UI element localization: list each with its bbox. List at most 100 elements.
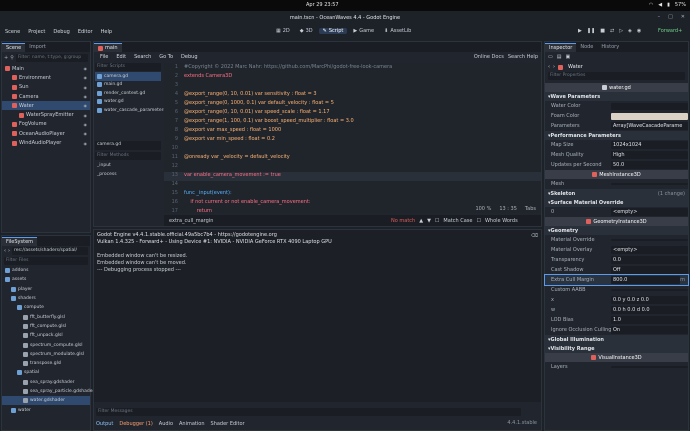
search-help-link[interactable]: Search Help — [508, 54, 538, 60]
fs-item[interactable]: sea_spray_particle.gdshader — [2, 387, 94, 396]
new-resource-icon[interactable]: ▭ — [548, 54, 553, 60]
code-line[interactable]: 4 @export_range(0, 10, 0.01) var sensitiv… — [164, 91, 541, 100]
scene-node-camera[interactable]: Camera ◉ — [2, 92, 90, 101]
property-map-size[interactable]: Map Size 1024x1024 — [545, 140, 688, 150]
code-line[interactable]: 6 @export_range(0, 10, 0.01) var speed_sc… — [164, 109, 541, 118]
code-line[interactable]: 7 @export_range(1, 100, 0.1) var boost_sp… — [164, 118, 541, 127]
filter-files-input[interactable]: Filter Files — [4, 257, 88, 265]
stop-icon[interactable]: ■ — [600, 28, 605, 34]
property-value[interactable] — [611, 112, 688, 120]
property-water-color[interactable]: Water Color — [545, 101, 688, 111]
property-lod-bias[interactable]: LOD Bias 1.0 — [545, 315, 688, 325]
code-line[interactable]: 13 var enable_camera_movement := true — [164, 172, 541, 181]
history-forward-icon[interactable]: › — [553, 64, 555, 70]
visibility-icon[interactable]: ◉ — [84, 66, 88, 71]
property-layers[interactable]: Layers — [545, 362, 688, 372]
fs-item[interactable]: fft_compute.glsl — [2, 322, 90, 331]
scene-filter-input[interactable]: Filter: name, t:type, g:group — [15, 53, 88, 62]
maximize-icon[interactable]: □ — [668, 14, 673, 20]
visibility-icon[interactable]: ◉ — [84, 122, 88, 127]
bottom-tab-animation[interactable]: Animation — [179, 421, 205, 427]
fs-item[interactable]: water.gdshader — [2, 396, 90, 406]
pause-icon[interactable]: ❚❚ — [587, 28, 595, 34]
property-value[interactable]: 1.0 — [611, 316, 688, 324]
tab-inspector[interactable]: Inspector — [545, 43, 577, 52]
minimize-icon[interactable]: – — [658, 14, 661, 20]
property-ignore-occlusion-culling[interactable]: Ignore Occlusion Culling On — [545, 325, 688, 335]
scene-node-water[interactable]: Water ◉ — [2, 101, 90, 111]
movie-icon[interactable]: ◉ — [637, 28, 641, 34]
scene-node-main[interactable]: Main ◉ — [2, 64, 90, 73]
menu-help[interactable]: Help — [97, 29, 116, 35]
script-list-item[interactable]: main.gd — [95, 81, 161, 90]
workspace-script[interactable]: ✎ Script — [318, 28, 348, 34]
script-menu-debug[interactable]: Debug — [177, 54, 201, 60]
find-input[interactable]: extra_cull_margin — [167, 216, 387, 225]
property-value[interactable]: Array[WaveCascadeParame — [611, 122, 688, 130]
fs-item[interactable]: fft_unpack.glsl — [2, 331, 90, 340]
save-icon[interactable]: ▣ — [565, 54, 570, 60]
tab-node[interactable]: Node — [576, 43, 597, 52]
play-scene-icon[interactable]: ▷ — [619, 28, 623, 34]
property-value[interactable] — [611, 289, 688, 291]
visibility-icon[interactable]: ◉ — [84, 113, 88, 118]
script-menu-search[interactable]: Search — [130, 54, 155, 60]
property-transparency[interactable]: Transparency 0.0 — [545, 255, 688, 265]
tab-import[interactable]: Import — [25, 43, 50, 52]
workspace-2d[interactable]: ▦ 2D — [272, 28, 294, 34]
property-value[interactable]: 1024x1024 — [611, 141, 688, 149]
property-custom-aabb[interactable]: Custom AABB — [545, 285, 688, 295]
fs-item[interactable]: fft_butterfly.glsl — [2, 312, 90, 321]
tab-filesystem[interactable]: FileSystem — [2, 237, 38, 246]
property-value[interactable] — [611, 366, 688, 368]
property-value[interactable]: 50.0 — [611, 161, 688, 169]
remote-icon[interactable]: ⇄ — [610, 28, 614, 34]
forward-icon[interactable]: › — [8, 248, 10, 254]
fs-item[interactable]: spectrum_compute.glsl — [2, 340, 90, 349]
section-skeleton[interactable]: ▾ Skeleton (1 change) — [545, 189, 688, 198]
visibility-icon[interactable]: ◉ — [84, 75, 88, 80]
section-surface-material-override[interactable]: ▾ Surface Material Override — [545, 198, 688, 207]
script-list-item[interactable]: render_context.gd — [95, 89, 161, 98]
add-node-icon[interactable]: + — [4, 55, 8, 61]
property-mesh[interactable]: Mesh — [545, 179, 688, 189]
tab-scene[interactable]: Scene — [2, 43, 26, 52]
code-line[interactable]: 12 — [164, 163, 541, 172]
find-next-icon[interactable]: ▼ — [427, 218, 431, 224]
method-list-item[interactable]: _process — [95, 172, 161, 181]
script-menu-file[interactable]: File — [96, 54, 112, 60]
filter-messages-input[interactable]: Filter Messages — [96, 408, 521, 416]
code-line[interactable]: 15 func _input(event): — [164, 190, 541, 199]
property-x[interactable]: x 0.0 y 0.0 z 0.0 — [545, 295, 688, 305]
fs-item[interactable]: transpose.glsl — [2, 359, 90, 368]
property-value[interactable]: 0.0 — [611, 256, 688, 264]
tab-history[interactable]: History — [597, 43, 623, 52]
visibility-icon[interactable]: ◉ — [84, 131, 88, 136]
code-line[interactable]: 11 @onready var _velocity = default_veloc… — [164, 154, 541, 163]
filter-methods-input[interactable]: Filter Methods — [95, 151, 161, 160]
property-value[interactable]: On — [611, 326, 688, 334]
play-icon[interactable]: ▶ — [578, 28, 582, 34]
property-parameters[interactable]: Parameters Array[WaveCascadeParame — [545, 121, 688, 131]
fs-item[interactable]: assets — [2, 275, 90, 284]
property-value[interactable]: High — [611, 151, 688, 159]
code-line[interactable]: 2 extends Camera3D — [164, 73, 541, 82]
find-prev-icon[interactable]: ▲ — [419, 218, 423, 224]
fs-item[interactable]: shaders — [2, 294, 90, 303]
play-custom-icon[interactable]: ◈ — [628, 28, 632, 34]
property-value[interactable]: <empty> — [611, 246, 688, 254]
history-back-icon[interactable]: ‹ — [548, 64, 550, 70]
property-value[interactable]: 0.0 h 0.0 d 0.0 — [611, 306, 688, 314]
visibility-icon[interactable]: ◉ — [84, 85, 88, 90]
menu-scene[interactable]: Scene — [1, 29, 24, 35]
property-value[interactable] — [611, 183, 688, 185]
bottom-tab-output[interactable]: Output — [96, 421, 113, 427]
code-line[interactable]: 10 — [164, 145, 541, 154]
property-value[interactable] — [611, 102, 688, 110]
bottom-tab-debugger[interactable]: Debugger (1) — [119, 421, 152, 427]
property-value[interactable]: <empty> — [611, 208, 688, 216]
section-performance-parameters[interactable]: ▾ Performance Parameters — [545, 131, 688, 140]
code-line[interactable]: 8 @export var max_speed : float = 1000 — [164, 127, 541, 136]
filter-scripts-input[interactable]: Filter Scripts — [95, 63, 161, 71]
menu-project[interactable]: Project — [24, 29, 49, 35]
